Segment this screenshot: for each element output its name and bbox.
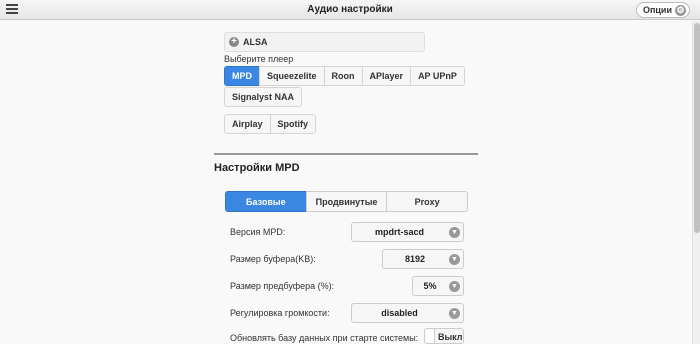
player-aplayer-button[interactable]: APlayer — [361, 66, 412, 86]
player-row-1: MPD Squeezelite Roon APlayer AP UPnP — [224, 66, 465, 86]
scrollbar[interactable] — [692, 21, 700, 344]
mpd-settings-title: Настройки MPD — [214, 162, 300, 174]
player-ap-upnp-button[interactable]: AP UPnP — [410, 66, 465, 86]
alsa-output-button[interactable]: + ALSA — [224, 32, 425, 52]
page-title: Аудио настройки — [307, 4, 393, 15]
prebuffer-size-value: 5% — [423, 281, 437, 291]
player-spotify-button[interactable]: Spotify — [269, 114, 317, 134]
buffer-size-select[interactable]: 8192 ▼ — [382, 249, 464, 269]
player-row-3: Airplay Spotify — [224, 114, 317, 134]
player-row-2: Signalyst NAA — [224, 87, 303, 107]
mpd-version-value: mpdrt-sacd — [374, 227, 424, 237]
tab-advanced[interactable]: Продвинутые — [305, 191, 388, 212]
player-mpd-button[interactable]: MPD — [224, 66, 260, 86]
chevron-down-icon: ▼ — [449, 281, 460, 292]
player-roon-button[interactable]: Roon — [323, 66, 363, 86]
gear-icon: ⚙ — [675, 4, 686, 16]
alsa-label: ALSA — [243, 37, 268, 47]
volume-control-select[interactable]: disabled ▼ — [351, 303, 464, 323]
chevron-down-icon: ▼ — [449, 254, 460, 265]
update-db-label: Обновлять базу данных при старте системы… — [230, 333, 419, 343]
volume-control-label: Регулировка громкости: — [230, 308, 330, 318]
chevron-down-icon: ▼ — [449, 227, 460, 238]
options-label: Опции — [642, 5, 672, 15]
prebuffer-size-select[interactable]: 5% ▼ — [412, 276, 464, 296]
options-button[interactable]: Опции ⚙ — [635, 2, 690, 18]
mpd-tabs: Базовые Продвинутые Proxy — [225, 191, 469, 212]
update-db-value: Выкл — [438, 332, 463, 342]
mpd-version-label: Версия MPD: — [230, 227, 286, 237]
section-divider — [214, 153, 478, 155]
mpd-version-select[interactable]: mpdrt-sacd ▼ — [351, 222, 464, 242]
scrollbar-thumb[interactable] — [694, 23, 700, 233]
toggle-knob — [425, 329, 435, 343]
top-bar: Аудио настройки Опции ⚙ — [0, 0, 700, 20]
player-signalyst-naa-button[interactable]: Signalyst NAA — [224, 87, 303, 107]
volume-control-value: disabled — [381, 308, 418, 318]
tab-basic[interactable]: Базовые — [225, 191, 307, 212]
tab-proxy[interactable]: Proxy — [386, 191, 469, 212]
buffer-size-label: Размер буфера(KB): — [230, 254, 316, 264]
prebuffer-size-label: Размер предбуфера (%): — [230, 281, 335, 291]
buffer-size-value: 8192 — [404, 254, 426, 264]
choose-player-label: Выберите плеер — [224, 54, 294, 64]
chevron-down-icon: ▼ — [449, 308, 460, 319]
player-squeezelite-button[interactable]: Squeezelite — [259, 66, 325, 86]
update-db-toggle[interactable]: Выкл — [424, 328, 464, 344]
plus-circle-icon: + — [229, 37, 239, 47]
player-airplay-button[interactable]: Airplay — [224, 114, 271, 134]
